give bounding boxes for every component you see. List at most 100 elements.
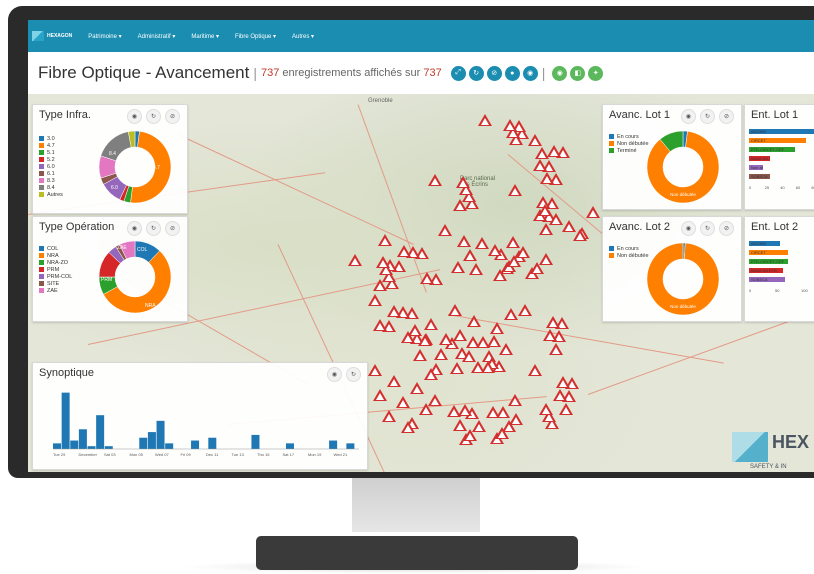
warning-marker-icon[interactable] (543, 329, 557, 341)
nav-item-patrimoine[interactable]: Patrimoine ▾ (88, 33, 121, 40)
legend-item[interactable]: NRA (39, 252, 72, 259)
refresh-icon[interactable]: ↻ (146, 221, 161, 236)
legend-item[interactable]: 8.3 (39, 177, 63, 184)
warning-marker-icon[interactable] (413, 349, 427, 361)
timeline-bar[interactable] (251, 434, 260, 449)
warning-marker-icon[interactable] (448, 304, 462, 316)
warning-marker-icon[interactable] (509, 413, 523, 425)
legend-item[interactable]: PRM-COL (39, 273, 72, 280)
timeline-bar[interactable] (208, 437, 217, 449)
eye-icon[interactable]: ◉ (127, 221, 142, 236)
legend-item[interactable]: NRA-ZO (39, 259, 72, 266)
warning-marker-icon[interactable] (424, 318, 438, 330)
warning-marker-icon[interactable] (528, 134, 542, 146)
warning-marker-icon[interactable] (475, 237, 489, 249)
filter-off-icon[interactable]: ⊘ (719, 221, 734, 236)
hbar[interactable]: CIRCET (749, 138, 806, 143)
warning-marker-icon[interactable] (397, 245, 411, 257)
timeline-bar[interactable] (156, 420, 165, 449)
donut-chart[interactable]: ZAE COL PRM NRA (95, 237, 175, 317)
donut-chart[interactable]: Non débutée (643, 127, 723, 207)
filter-off-icon[interactable]: ⊘ (719, 109, 734, 124)
eye-icon[interactable]: ◉ (681, 221, 696, 236)
timeline-bar[interactable] (104, 446, 113, 449)
warning-marker-icon[interactable] (508, 394, 522, 406)
warning-marker-icon[interactable] (553, 389, 567, 401)
refresh-icon[interactable]: ↻ (700, 221, 715, 236)
hbar[interactable]: MANCINI ETB (749, 156, 771, 161)
legend-item[interactable]: ZAE (39, 287, 72, 294)
warning-marker-icon[interactable] (547, 145, 561, 157)
timeline-bar[interactable] (53, 443, 61, 449)
timeline-bar[interactable] (70, 440, 79, 449)
legend-item[interactable]: 3.0 (39, 135, 63, 142)
timeline-bar-chart[interactable]: Tue 29 December Sat 03 Mon 05 Wed 07 Fri 09 De… (37, 387, 363, 467)
warning-marker-icon[interactable] (451, 261, 465, 273)
warning-marker-icon[interactable] (456, 176, 470, 188)
timeline-bar[interactable] (61, 392, 70, 449)
timeline-bar[interactable] (165, 443, 174, 449)
warning-marker-icon[interactable] (559, 403, 573, 415)
warning-marker-icon[interactable] (490, 322, 504, 334)
warning-marker-icon[interactable] (396, 396, 410, 408)
hbar[interactable]: SOBECA (749, 277, 786, 282)
warning-marker-icon[interactable] (549, 343, 563, 355)
expand-icon[interactable]: ⤢ (450, 65, 466, 81)
warning-marker-icon[interactable] (424, 368, 438, 380)
user-icon[interactable]: ● (504, 65, 520, 81)
warning-marker-icon[interactable] (463, 429, 477, 441)
timeline-bar[interactable] (147, 432, 156, 449)
warning-marker-icon[interactable] (533, 159, 547, 171)
warning-marker-icon[interactable] (508, 184, 522, 196)
warning-marker-icon[interactable] (556, 376, 570, 388)
warning-marker-icon[interactable] (573, 229, 587, 241)
warning-marker-icon[interactable] (373, 279, 387, 291)
warning-marker-icon[interactable] (462, 350, 476, 362)
legend-item[interactable]: 6.0 (39, 163, 63, 170)
warning-marker-icon[interactable] (507, 255, 521, 267)
hbar[interactable]: ETE-CIRCET-CEF (749, 259, 788, 264)
warning-marker-icon[interactable] (467, 315, 481, 327)
warning-marker-icon[interactable] (428, 174, 442, 186)
warning-marker-icon[interactable] (586, 206, 600, 218)
warning-marker-icon[interactable] (481, 361, 495, 373)
warning-marker-icon[interactable] (499, 343, 513, 355)
legend-item[interactable]: SITE (39, 280, 72, 287)
warning-marker-icon[interactable] (376, 256, 390, 268)
settings-icon[interactable]: ✦ (588, 65, 604, 81)
warning-marker-icon[interactable] (530, 262, 544, 274)
warning-marker-icon[interactable] (410, 382, 424, 394)
timeline-bar[interactable] (139, 437, 148, 449)
app-logo[interactable]: HEXAGON (32, 31, 72, 41)
eye-icon[interactable]: ◉ (327, 367, 342, 382)
nav-item-autres[interactable]: Autres ▾ (292, 33, 314, 40)
legend-item[interactable]: PRM (39, 266, 72, 273)
warning-marker-icon[interactable] (453, 199, 467, 211)
filter-off-icon[interactable]: ⊘ (486, 65, 502, 81)
warning-marker-icon[interactable] (457, 235, 471, 247)
legend-item[interactable]: 5.1 (39, 149, 63, 156)
warning-marker-icon[interactable] (378, 234, 392, 246)
warning-marker-icon[interactable] (348, 254, 362, 266)
legend-item[interactable]: 5.2 (39, 156, 63, 163)
hbar[interactable]: CIRCET (749, 250, 788, 255)
warning-marker-icon[interactable] (418, 334, 432, 346)
warning-marker-icon[interactable] (546, 316, 560, 328)
legend-item[interactable]: COL (39, 245, 72, 252)
warning-marker-icon[interactable] (458, 404, 472, 416)
nav-item-maritime[interactable]: Maritime ▾ (191, 33, 219, 40)
nav-item-fibre-optique[interactable]: Fibre Optique ▾ (235, 33, 276, 40)
hbar[interactable]: Non attribué (749, 165, 764, 170)
eye-icon[interactable]: ◉ (552, 65, 568, 81)
legend-item[interactable]: 4.7 (39, 142, 63, 149)
hbar[interactable]: AXIONE (749, 241, 781, 246)
timeline-bar[interactable] (87, 446, 96, 449)
warning-marker-icon[interactable] (453, 329, 467, 341)
legend-item[interactable]: Autres (39, 191, 63, 198)
nav-item-administratif[interactable]: Administratif ▾ (138, 33, 176, 40)
refresh-icon[interactable]: ↻ (346, 367, 361, 382)
warning-marker-icon[interactable] (488, 244, 502, 256)
warning-marker-icon[interactable] (504, 308, 518, 320)
hbar[interactable]: AXIONE (749, 129, 814, 134)
warning-marker-icon[interactable] (476, 336, 490, 348)
